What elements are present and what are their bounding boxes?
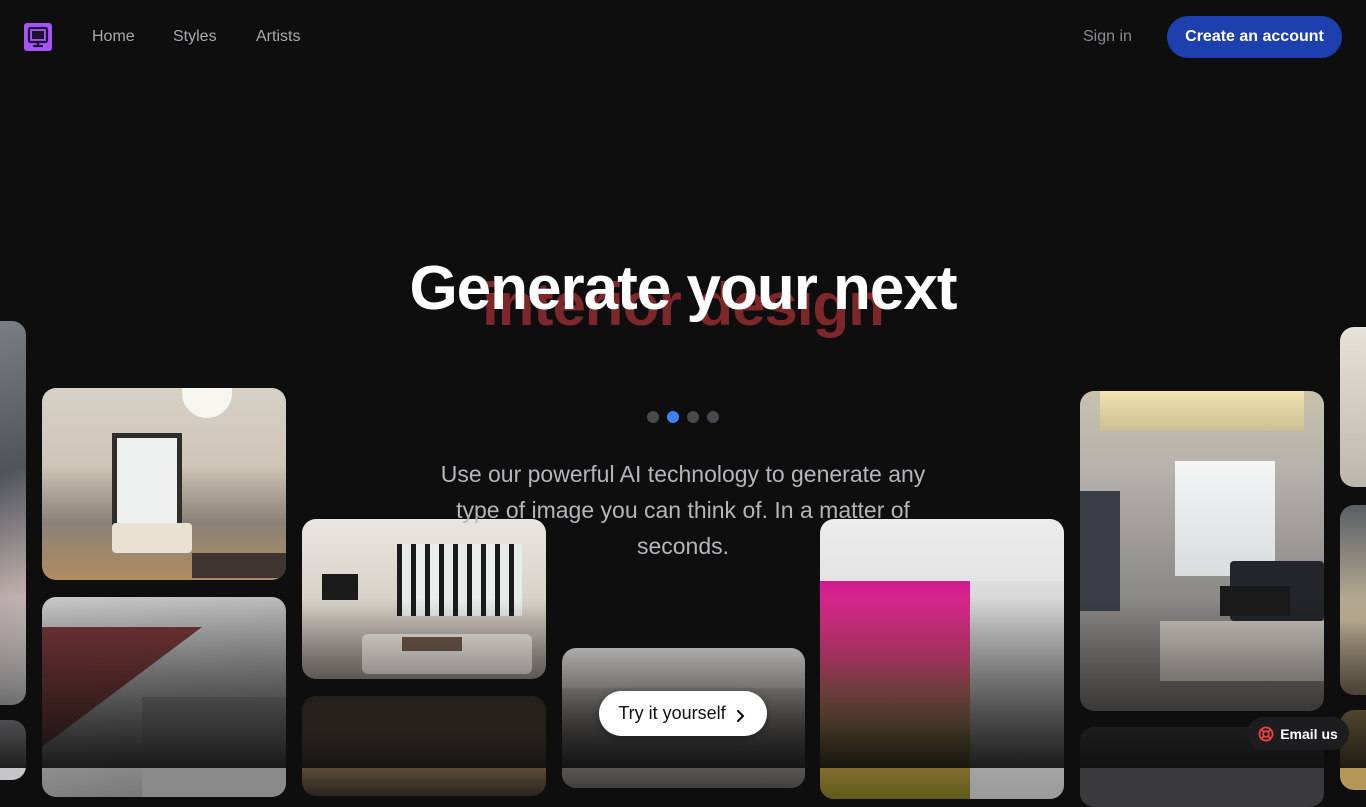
nav-styles-link[interactable]: Styles [173, 28, 217, 46]
carousel-dots [647, 411, 727, 423]
gallery-image [42, 388, 286, 580]
carousel-dot[interactable] [687, 411, 699, 423]
nav-home-link[interactable]: Home [92, 28, 135, 46]
gallery-image [1080, 391, 1324, 711]
gallery-image [42, 597, 286, 797]
gallery-image [1340, 327, 1366, 487]
create-account-button[interactable]: Create an account [1167, 16, 1342, 58]
gallery-image [1340, 505, 1366, 695]
try-it-label: Try it yourself [618, 703, 726, 723]
sign-in-link[interactable]: Sign in [1083, 28, 1132, 46]
email-us-label: Email us [1280, 725, 1338, 742]
carousel-dot-active[interactable] [667, 411, 679, 423]
chevron-right-icon [734, 707, 748, 722]
carousel-dot[interactable] [707, 411, 719, 423]
try-it-button[interactable]: Try it yourself [599, 691, 767, 736]
gallery-image [0, 720, 26, 780]
create-account-label: Create an account [1185, 28, 1324, 45]
gallery-image [302, 696, 546, 796]
carousel-dot[interactable] [647, 411, 659, 423]
logo-icon[interactable] [24, 23, 52, 51]
hero-description: Use our powerful AI technology to genera… [440, 461, 926, 559]
gallery-image [0, 321, 26, 705]
email-us-button[interactable]: Email us [1247, 717, 1349, 750]
hero-title: Generate your next [409, 254, 957, 323]
lifebuoy-icon [1258, 726, 1274, 742]
nav-artists-link[interactable]: Artists [256, 28, 300, 46]
